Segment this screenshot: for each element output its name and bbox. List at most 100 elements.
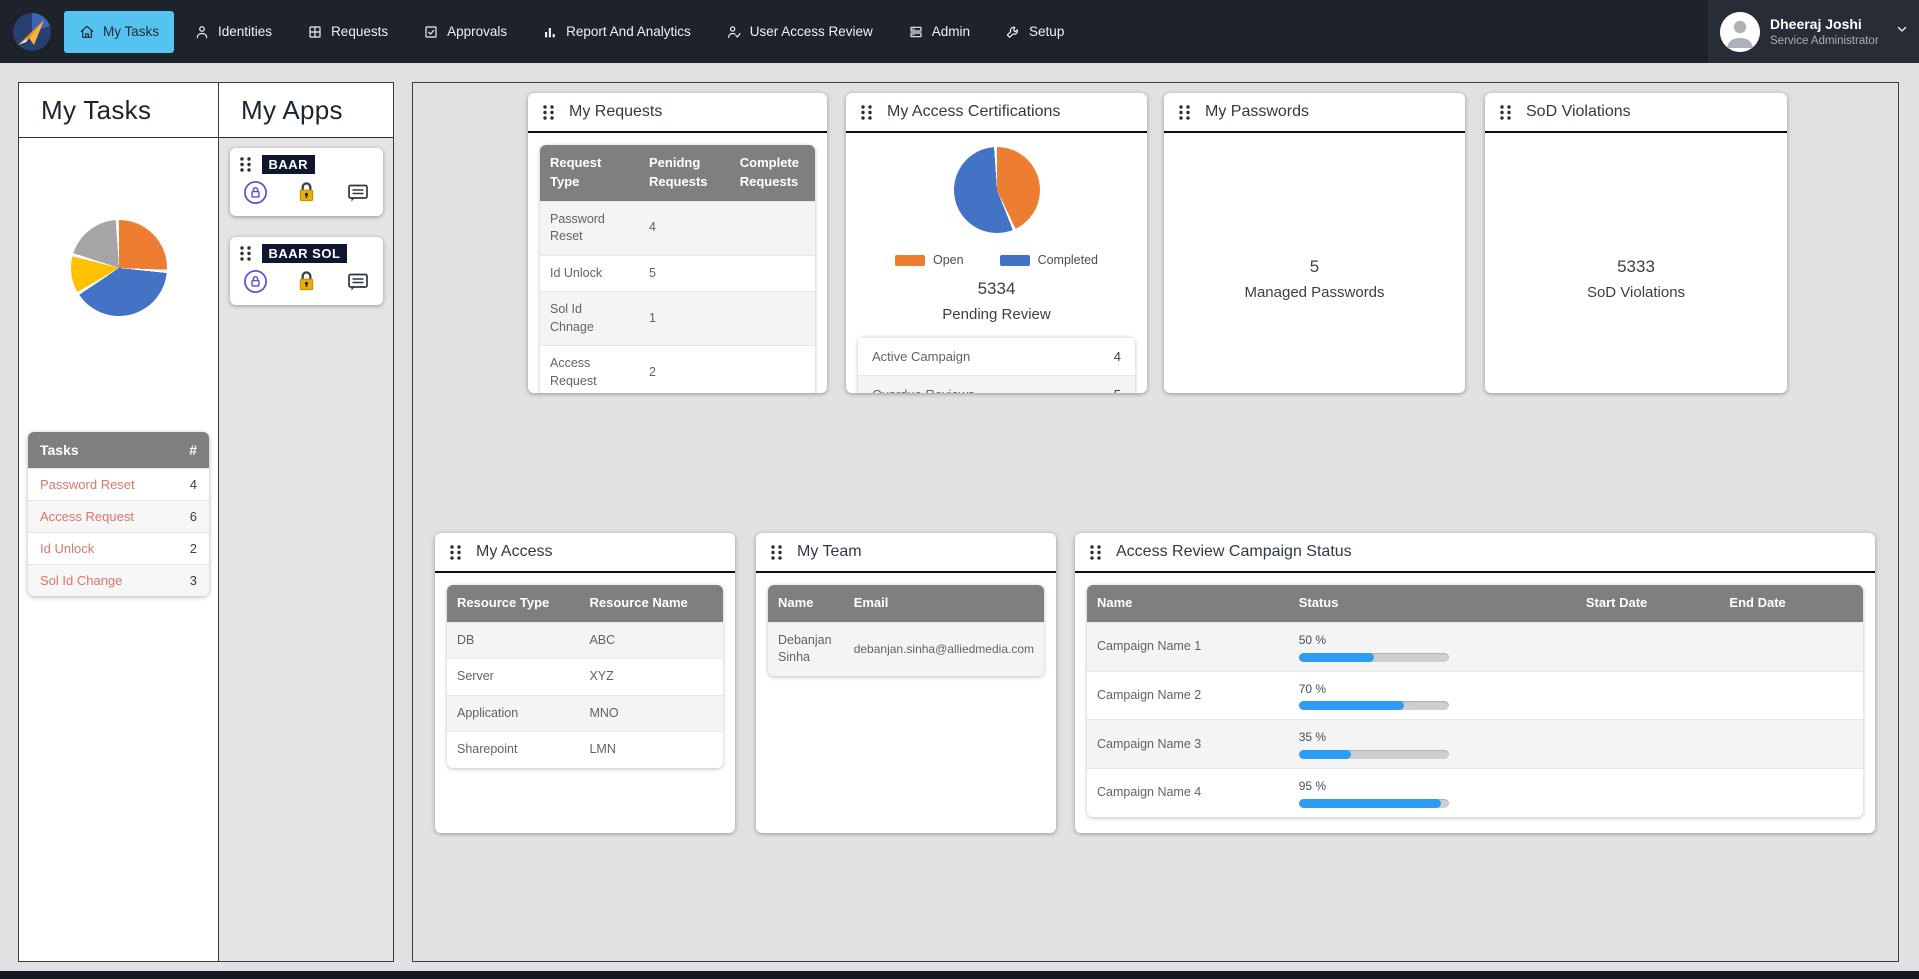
tasks-pie-chart	[71, 220, 167, 316]
card-access-review-campaign-status: Access Review Campaign Status Name Statu…	[1075, 533, 1875, 833]
nav-item-approvals[interactable]: Approvals	[408, 11, 522, 53]
task-count: 6	[190, 509, 197, 524]
user-menu[interactable]: Dheeraj Joshi Service Administrator	[1708, 0, 1919, 63]
legend-swatch-open	[895, 255, 925, 266]
card-title: My Passwords	[1205, 103, 1309, 121]
pending-review-label: Pending Review	[846, 306, 1147, 323]
table-row: DBABC	[447, 622, 723, 659]
nav-item-requests[interactable]: Requests	[292, 11, 403, 53]
my-tasks-panel-title: My Tasks	[41, 95, 151, 126]
nav-menu: My Tasks Identities Requests Approvals R…	[64, 11, 1079, 53]
task-link-password-reset[interactable]: Password Reset	[40, 477, 135, 492]
column-header: End Date	[1719, 585, 1863, 622]
app-card-baar-sol[interactable]: BAAR SOL	[230, 237, 383, 305]
table-row: Campaign Name 3 35 %	[1087, 720, 1863, 769]
my-apps-panel: My Apps BAAR BAAR SOL	[219, 82, 394, 962]
baar-logo-icon[interactable]	[0, 11, 64, 53]
drag-handle-icon[interactable]	[860, 104, 873, 121]
check-square-icon	[423, 24, 439, 40]
home-icon	[79, 24, 95, 40]
my-tasks-panel: My Tasks Tasks # Password Reset 4 Access…	[18, 82, 219, 962]
my-apps-panel-title: My Apps	[241, 95, 343, 126]
grid-plus-icon	[307, 24, 323, 40]
table-row: Sol Id Change 3	[28, 564, 209, 596]
card-title: My Access Certifications	[887, 103, 1060, 121]
managed-passwords-label: Managed Passwords	[1244, 284, 1384, 301]
task-link-id-unlock[interactable]: Id Unlock	[40, 541, 94, 556]
table-row: Campaign Name 2 70 %	[1087, 671, 1863, 720]
nav-item-admin[interactable]: Admin	[893, 11, 985, 53]
nav-item-identities[interactable]: Identities	[179, 11, 287, 53]
progress-label: 35 %	[1299, 729, 1566, 746]
campaign-status-table: Name Status Start Date End Date Campaign…	[1087, 585, 1863, 817]
drag-handle-icon[interactable]	[449, 544, 462, 561]
progress-bar	[1299, 653, 1449, 662]
column-header: Request Type	[540, 145, 639, 201]
app-name: BAAR	[262, 155, 316, 174]
person-icon	[194, 24, 210, 40]
top-navbar: My Tasks Identities Requests Approvals R…	[0, 0, 1919, 63]
column-header: Status	[1289, 585, 1576, 622]
drag-handle-icon[interactable]	[239, 245, 252, 262]
chat-icon[interactable]	[346, 271, 370, 298]
nav-item-my-tasks[interactable]: My Tasks	[64, 11, 174, 53]
list-item: Active Campaign4	[858, 337, 1135, 375]
certification-stats: Active Campaign4 Overdue Reviews5	[858, 337, 1135, 393]
column-header: Complete Requests	[730, 145, 815, 201]
card-title: Access Review Campaign Status	[1116, 543, 1352, 561]
app-name: BAAR SOL	[262, 244, 348, 263]
progress-bar	[1299, 799, 1449, 808]
column-header: Name	[1087, 585, 1289, 622]
nav-item-setup[interactable]: Setup	[990, 11, 1079, 53]
user-avatar	[1720, 12, 1760, 52]
circle-lock-icon[interactable]	[243, 180, 268, 210]
app-card-baar[interactable]: BAAR	[230, 148, 383, 216]
task-link-sol-id-change[interactable]: Sol Id Change	[40, 573, 122, 588]
column-header: Resource Name	[579, 585, 723, 622]
tasks-table-header: Tasks	[40, 442, 79, 458]
table-row: ApplicationMNO	[447, 695, 723, 732]
column-header: Name	[768, 585, 844, 622]
card-title: SoD Violations	[1526, 103, 1631, 121]
pie-legend: Open Completed	[846, 253, 1147, 267]
drag-handle-icon[interactable]	[542, 104, 555, 121]
gold-padlock-icon[interactable]	[295, 180, 318, 210]
table-row: Debanjan Sinha debanjan.sinha@alliedmedi…	[768, 622, 1044, 676]
chevron-down-icon[interactable]	[1895, 22, 1909, 41]
nav-label: Setup	[1029, 24, 1064, 39]
drag-handle-icon[interactable]	[1089, 544, 1102, 561]
card-my-access: My Access Resource Type Resource Name DB…	[435, 533, 735, 833]
nav-label: Identities	[218, 24, 272, 39]
nav-item-report-and-analytics[interactable]: Report And Analytics	[527, 11, 706, 53]
table-row: ServerXYZ	[447, 659, 723, 696]
task-link-access-request[interactable]: Access Request	[40, 509, 134, 524]
nav-label: My Tasks	[103, 24, 159, 39]
nav-item-user-access-review[interactable]: User Access Review	[711, 11, 888, 53]
drag-handle-icon[interactable]	[239, 156, 252, 173]
circle-lock-icon[interactable]	[243, 269, 268, 299]
list-item: Overdue Reviews5	[858, 375, 1135, 393]
my-team-table: Name Email Debanjan Sinha debanjan.sinha…	[768, 585, 1044, 676]
column-header: Penidng Requests	[639, 145, 730, 201]
sod-violations-value: 5333	[1617, 257, 1655, 277]
certifications-pie-chart	[954, 147, 1040, 233]
nav-label: Admin	[932, 24, 970, 39]
nav-label: Report And Analytics	[566, 24, 691, 39]
drag-handle-icon[interactable]	[1178, 104, 1191, 121]
bar-chart-icon	[542, 24, 558, 40]
table-row: Id Unlock 2	[28, 532, 209, 564]
drag-handle-icon[interactable]	[1499, 104, 1512, 121]
card-sod-violations: SoD Violations 5333 SoD Violations	[1485, 93, 1787, 393]
nav-label: User Access Review	[750, 24, 873, 39]
legend-swatch-completed	[1000, 255, 1030, 266]
person-check-icon	[726, 24, 742, 40]
drag-handle-icon[interactable]	[770, 544, 783, 561]
user-role: Service Administrator	[1770, 35, 1885, 47]
chat-icon[interactable]	[346, 182, 370, 209]
gold-padlock-icon[interactable]	[295, 269, 318, 299]
column-header: Email	[844, 585, 1044, 622]
tasks-table: Tasks # Password Reset 4 Access Request …	[28, 432, 209, 596]
card-title: My Team	[797, 543, 862, 561]
card-my-requests: My Requests Request Type Penidng Request…	[528, 93, 827, 393]
task-count: 4	[190, 477, 197, 492]
